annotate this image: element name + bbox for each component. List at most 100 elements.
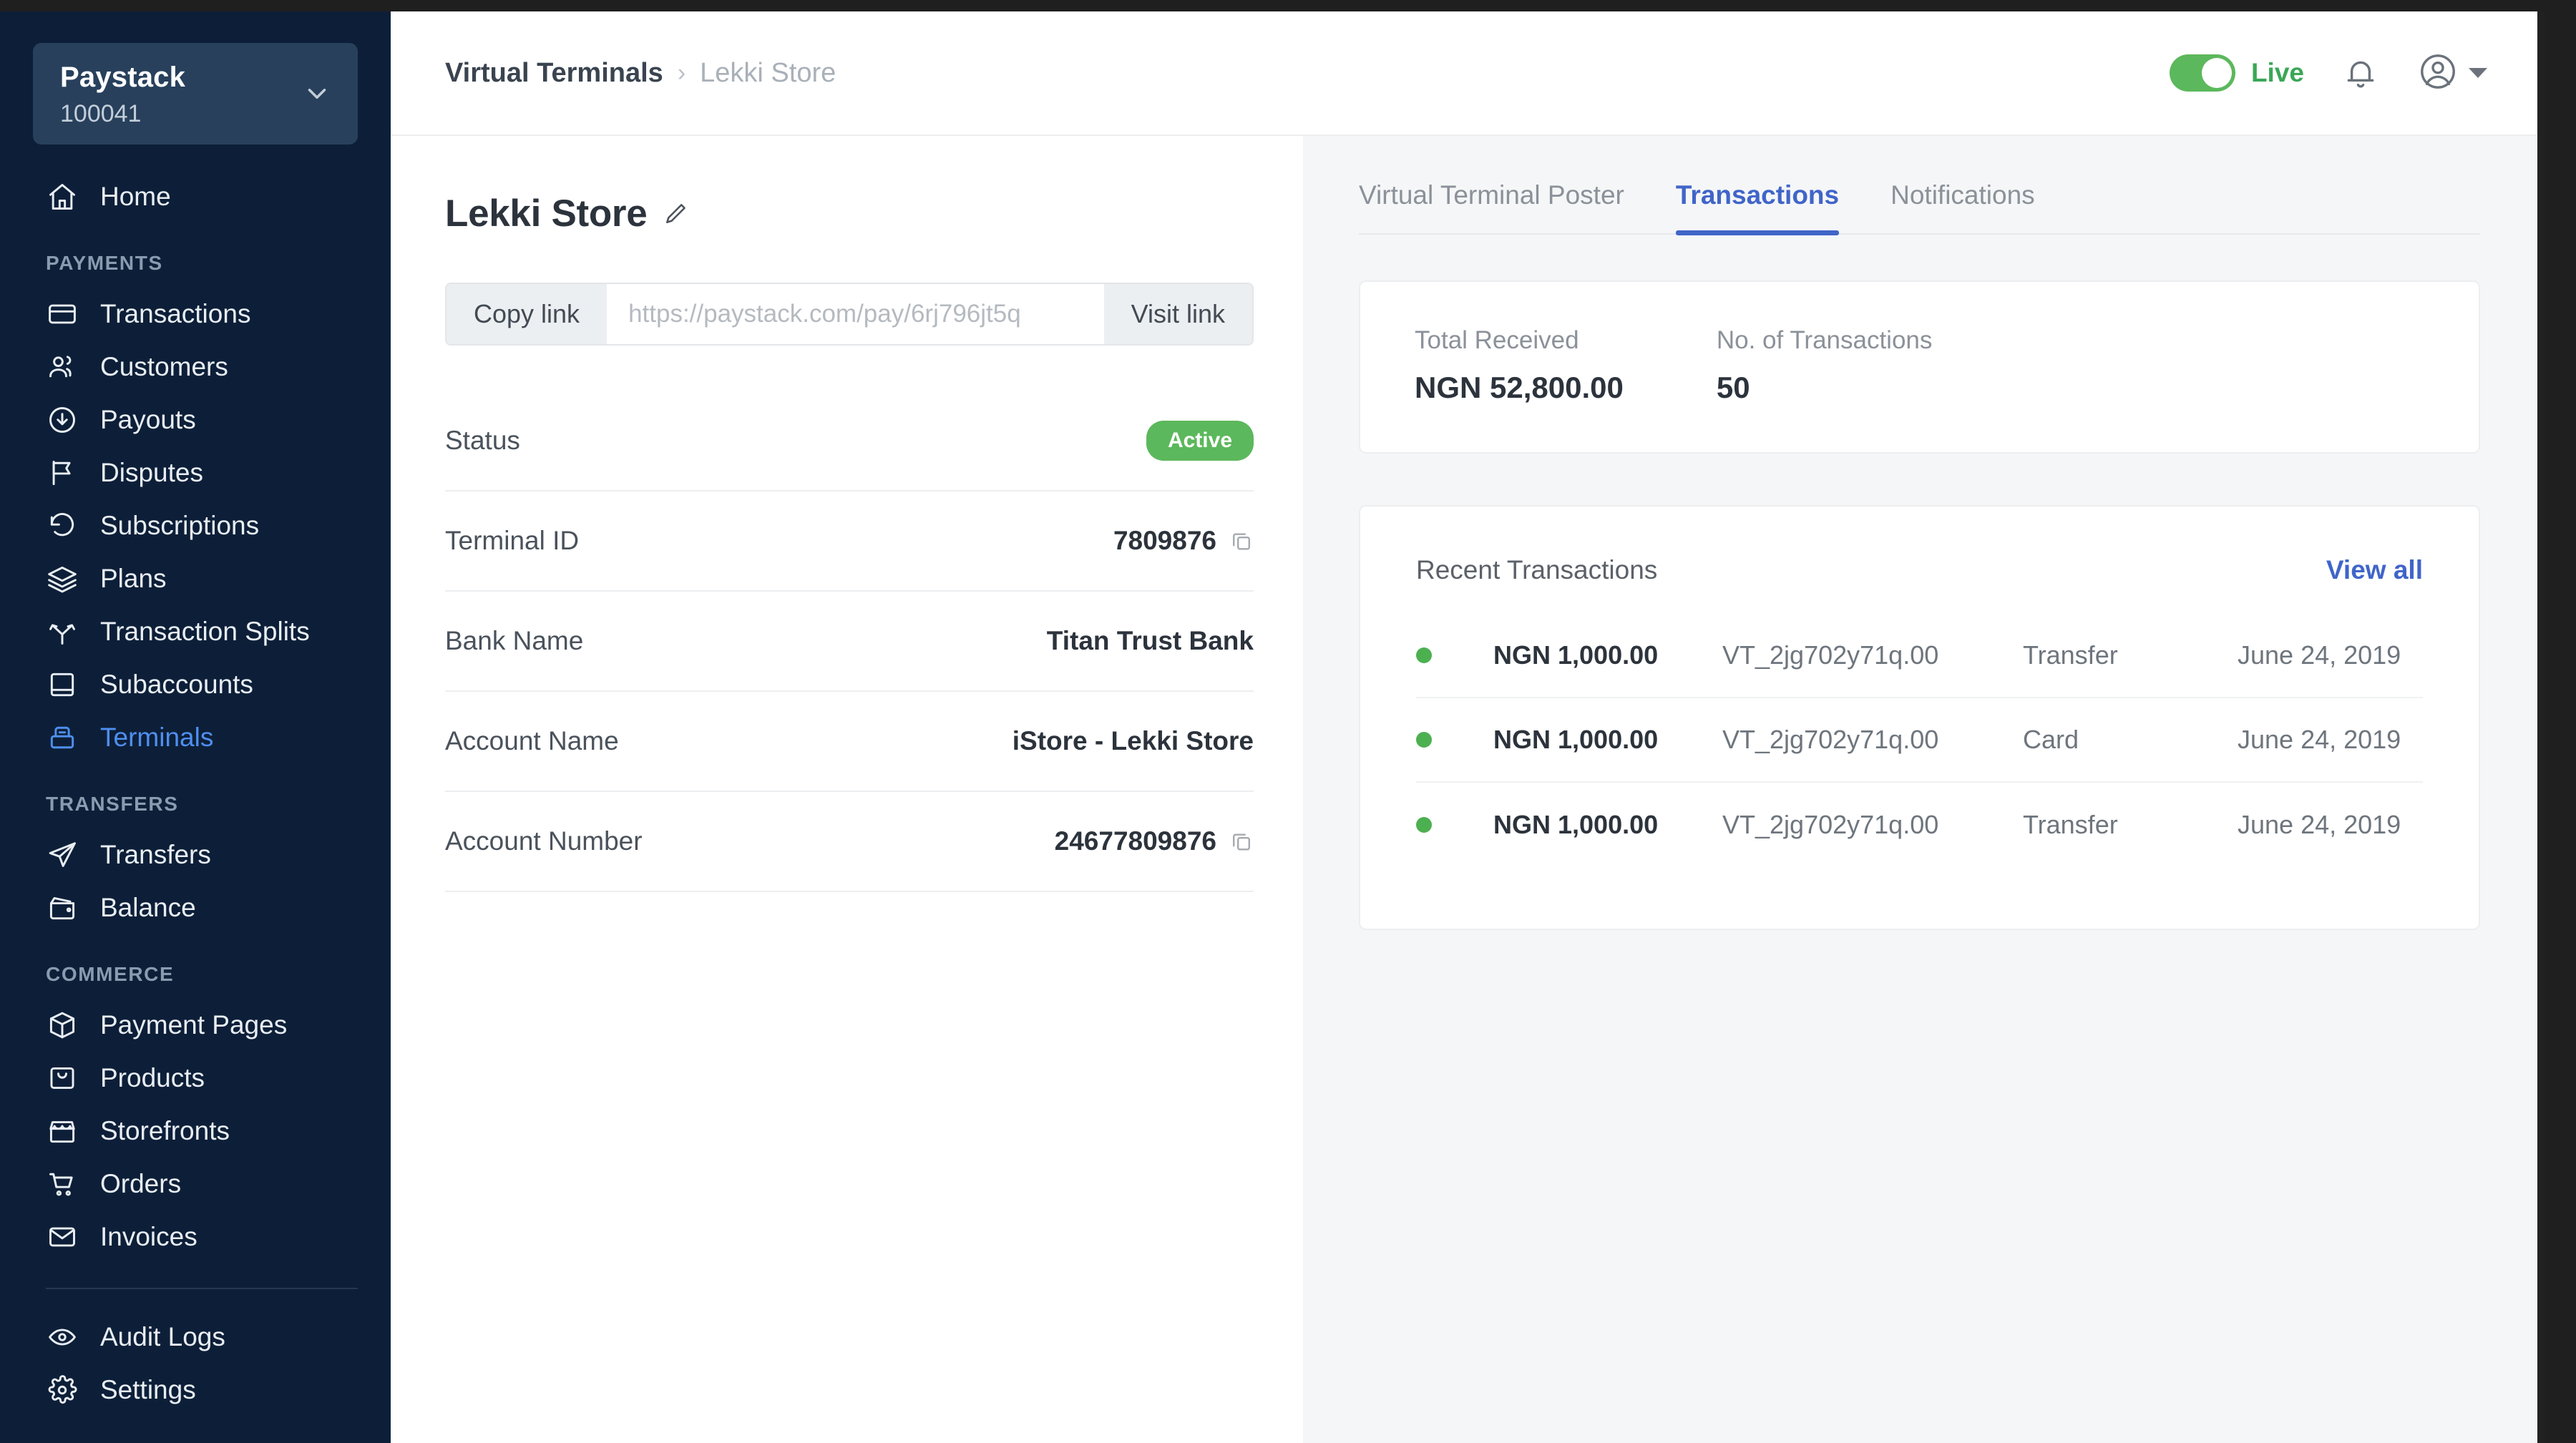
sidebar-item-label: Plans	[100, 564, 167, 593]
page-title: Lekki Store	[445, 192, 648, 235]
account-switcher-text: Paystack 100041	[60, 59, 302, 129]
view-all-link[interactable]: View all	[2326, 555, 2423, 585]
account-id: 100041	[60, 99, 142, 127]
tab-transactions[interactable]: Transactions	[1650, 180, 1865, 235]
recent-transactions-title: Recent Transactions	[1416, 555, 1658, 584]
wallet-icon	[46, 891, 79, 924]
sidebar-group-transfers: TRANSFERS	[46, 793, 179, 815]
send-icon	[46, 838, 79, 871]
sidebar-item-payment-pages[interactable]: Payment Pages	[0, 999, 391, 1052]
sidebar-item-label: Disputes	[100, 458, 203, 487]
detail-row-status: Status Active	[445, 391, 1254, 491]
sidebar-nav: Home PAYMENTS Transactions Customers Pay…	[0, 170, 391, 1417]
sidebar-item-label: Payment Pages	[100, 1010, 288, 1040]
sidebar-item-plans[interactable]: Plans	[0, 552, 391, 605]
detail-row-bank-name: Bank Name Titan Trust Bank	[445, 592, 1254, 692]
sidebar-item-label: Subaccounts	[100, 670, 253, 699]
status-dot-icon	[1416, 817, 1432, 833]
users-icon	[46, 351, 79, 383]
live-mode-toggle[interactable]: Live	[2169, 54, 2304, 92]
visit-link-button[interactable]: Visit link	[1103, 284, 1252, 344]
table-row[interactable]: NGN 1,000.00 VT_2jg702y71q.00 Card June …	[1416, 698, 2423, 783]
transaction-channel: Card	[2023, 725, 2079, 754]
tab-virtual-terminal-poster[interactable]: Virtual Terminal Poster	[1359, 180, 1650, 233]
sidebar-group-commerce: COMMERCE	[46, 963, 175, 985]
card-icon	[46, 298, 79, 331]
transaction-date: June 24, 2019	[2238, 810, 2401, 839]
breadcrumb-current: Lekki Store	[700, 57, 836, 88]
table-row[interactable]: NGN 1,000.00 VT_2jg702y71q.00 Transfer J…	[1416, 783, 2423, 867]
sidebar-item-terminals[interactable]: Terminals	[0, 711, 391, 764]
tab-notifications[interactable]: Notifications	[1865, 180, 2061, 233]
status-dot-icon	[1416, 732, 1432, 748]
transaction-amount: NGN 1,000.00	[1493, 640, 1659, 670]
app-window: Paystack 100041 Home PAYMENTS Transactio	[0, 11, 2545, 1443]
sidebar-item-label: Transactions	[100, 299, 251, 328]
detail-label: Bank Name	[445, 626, 584, 655]
chevron-down-icon	[302, 79, 332, 109]
stat-total-received: Total Received NGN 52,800.00	[1415, 326, 1624, 405]
envelope-icon	[46, 1221, 79, 1253]
sidebar-bottom-group: Audit Logs Settings	[0, 1311, 391, 1417]
detail-value-text: 24677809876	[1054, 826, 1216, 856]
sidebar-item-products[interactable]: Products	[0, 1052, 391, 1105]
status-badge: Active	[1146, 421, 1254, 461]
sidebar-item-invoices[interactable]: Invoices	[0, 1210, 391, 1263]
sidebar-item-label: Transfers	[100, 840, 211, 869]
copy-link-button[interactable]: Copy link	[447, 284, 608, 344]
toggle-knob	[2201, 58, 2232, 88]
breadcrumb-root[interactable]: Virtual Terminals	[445, 58, 663, 89]
sidebar-item-balance[interactable]: Balance	[0, 881, 391, 934]
flag-icon	[46, 456, 79, 489]
breadcrumb-separator-icon: ›	[677, 59, 686, 87]
transaction-reference: VT_2jg702y71q.00	[1722, 725, 1939, 754]
sidebar-item-disputes[interactable]: Disputes	[0, 446, 391, 499]
sidebar-item-storefronts[interactable]: Storefronts	[0, 1105, 391, 1158]
table-row[interactable]: NGN 1,000.00 VT_2jg702y71q.00 Transfer J…	[1416, 614, 2423, 698]
transaction-reference: VT_2jg702y71q.00	[1722, 810, 1939, 839]
stat-label: Total Received	[1415, 326, 1579, 354]
user-menu-button[interactable]	[2417, 51, 2487, 96]
content-body: Lekki Store Copy link Visit link Status …	[391, 136, 2537, 1443]
pencil-icon[interactable]	[663, 201, 688, 227]
sidebar-item-label: Orders	[100, 1169, 182, 1198]
notifications-button[interactable]	[2341, 54, 2380, 92]
sidebar-item-label: Terminals	[100, 723, 214, 752]
sidebar-item-subaccounts[interactable]: Subaccounts	[0, 658, 391, 711]
sidebar-item-transactions[interactable]: Transactions	[0, 288, 391, 341]
detail-value: Titan Trust Bank	[1046, 626, 1254, 655]
sidebar-item-label: Invoices	[100, 1222, 197, 1251]
sidebar-item-audit-logs[interactable]: Audit Logs	[0, 1311, 391, 1364]
detail-label: Terminal ID	[445, 526, 580, 555]
eye-icon	[46, 1321, 79, 1354]
detail-label: Status	[445, 426, 520, 455]
payment-link-input[interactable]	[607, 284, 1104, 344]
terminal-activity-panel: Virtual Terminal Poster Transactions Not…	[1303, 136, 2537, 1443]
sidebar-item-transfers[interactable]: Transfers	[0, 828, 391, 881]
sidebar-item-payouts[interactable]: Payouts	[0, 393, 391, 446]
page-title-row: Lekki Store	[445, 192, 1249, 235]
split-icon	[46, 615, 79, 648]
copy-icon[interactable]	[1229, 529, 1254, 553]
sidebar-item-transaction-splits[interactable]: Transaction Splits	[0, 605, 391, 658]
stat-value: NGN 52,800.00	[1415, 371, 1624, 404]
sidebar-item-orders[interactable]: Orders	[0, 1158, 391, 1210]
terminal-icon	[46, 721, 79, 754]
sidebar-item-customers[interactable]: Customers	[0, 341, 391, 393]
sidebar-item-home[interactable]: Home	[0, 170, 391, 223]
sidebar-item-settings[interactable]: Settings	[0, 1364, 391, 1417]
copy-icon[interactable]	[1229, 829, 1254, 853]
account-switcher[interactable]: Paystack 100041	[33, 43, 358, 145]
transaction-amount: NGN 1,000.00	[1493, 810, 1659, 839]
detail-label: Account Number	[445, 826, 643, 856]
stat-no-of-transactions: No. of Transactions 50	[1717, 326, 1933, 405]
product-icon	[46, 1062, 79, 1095]
sidebar-item-label: Balance	[100, 893, 196, 922]
sidebar-item-subscriptions[interactable]: Subscriptions	[0, 499, 391, 552]
sidebar-item-label: Subscriptions	[100, 511, 260, 540]
transaction-date: June 24, 2019	[2238, 640, 2401, 670]
sidebar-divider	[46, 1288, 358, 1289]
sidebar-group-payments: PAYMENTS	[46, 252, 163, 274]
home-icon	[46, 180, 79, 213]
detail-row-terminal-id: Terminal ID 7809876	[445, 491, 1254, 592]
